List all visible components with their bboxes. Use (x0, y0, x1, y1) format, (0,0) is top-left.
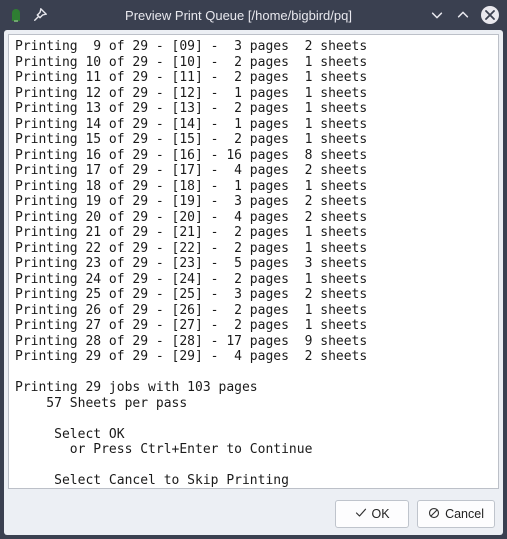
cancel-button[interactable]: Cancel (417, 500, 495, 528)
pin-icon[interactable] (32, 7, 48, 23)
cancel-label: Cancel (445, 507, 484, 521)
maximize-icon[interactable] (455, 7, 471, 23)
log-output[interactable]: Printing 9 of 29 - [09] - 3 pages 2 shee… (9, 35, 498, 488)
content-area: Printing 9 of 29 - [09] - 3 pages 2 shee… (4, 30, 503, 535)
titlebar: Preview Print Queue [/home/bigbird/pq] (0, 0, 507, 30)
titlebar-right (429, 6, 499, 24)
minimize-icon[interactable] (429, 7, 445, 23)
ok-button[interactable]: OK (335, 500, 409, 528)
cancel-icon (428, 507, 440, 522)
close-icon[interactable] (481, 6, 499, 24)
button-bar: OK Cancel (4, 493, 503, 535)
app-icon (8, 7, 24, 23)
window-title: Preview Print Queue [/home/bigbird/pq] (58, 8, 419, 23)
check-icon (355, 507, 367, 522)
ok-label: OK (372, 507, 390, 521)
window: Preview Print Queue [/home/bigbird/pq] P… (0, 0, 507, 539)
text-pane-wrap: Printing 9 of 29 - [09] - 3 pages 2 shee… (8, 34, 499, 489)
titlebar-left (8, 7, 48, 23)
